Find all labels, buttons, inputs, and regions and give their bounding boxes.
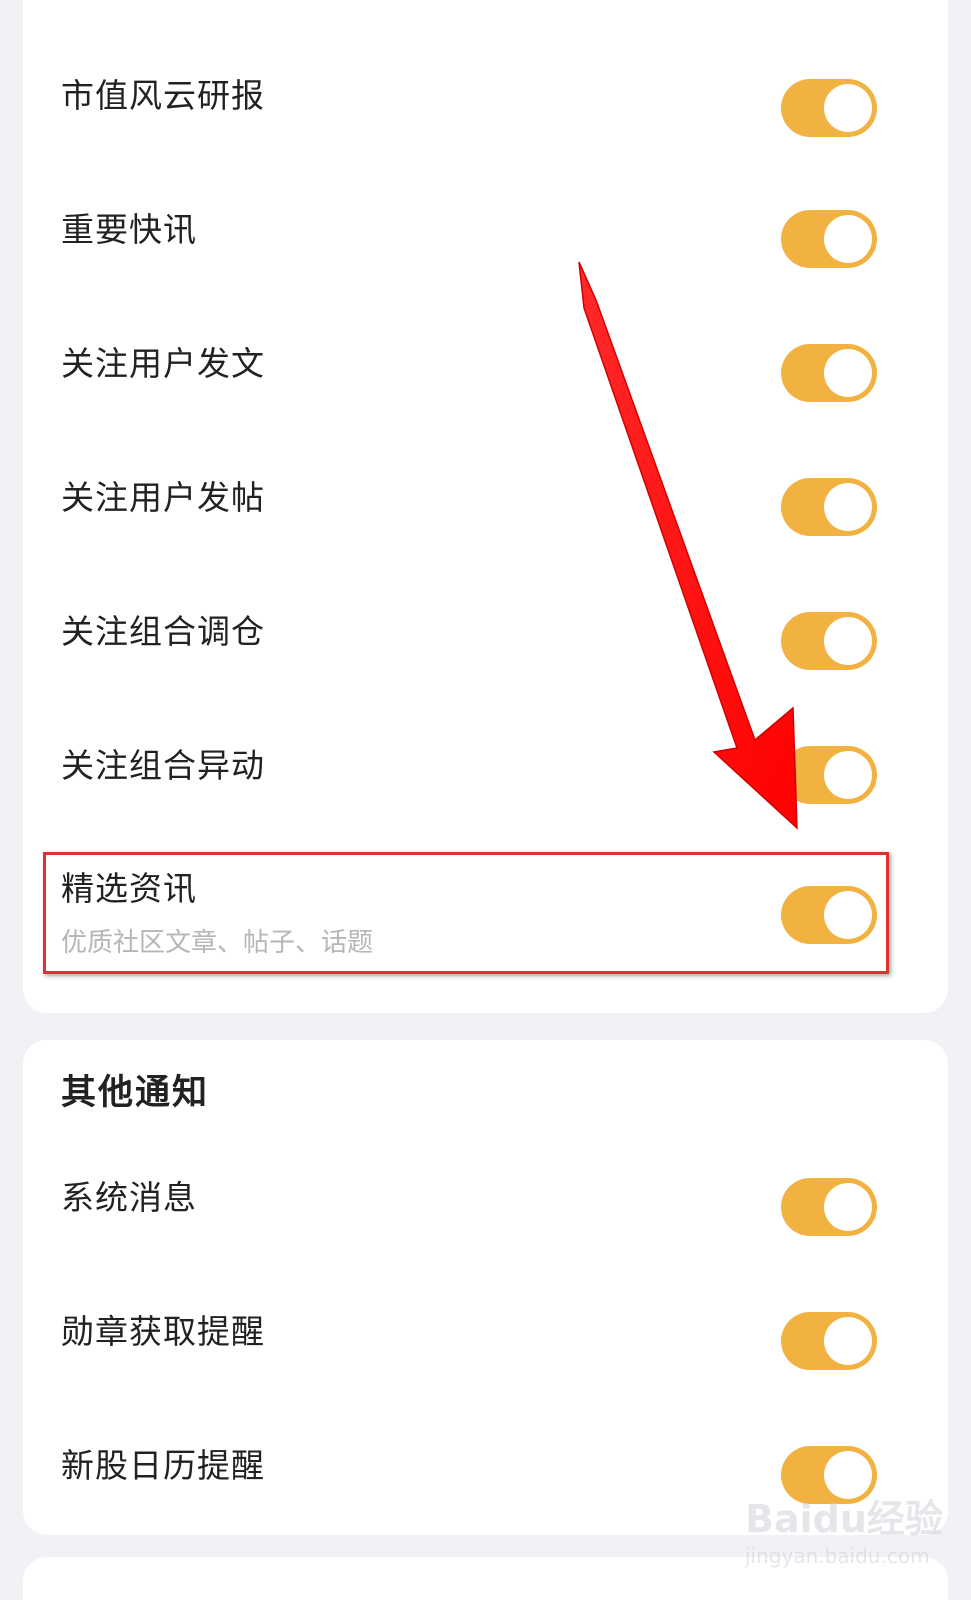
important-news-toggle[interactable]	[781, 210, 877, 268]
setting-label: 重要快讯	[61, 210, 197, 249]
setting-row-badge-reminder: 勋章获取提醒	[23, 1269, 948, 1403]
setting-row-portfolio-rebalance: 关注组合调仓	[23, 561, 948, 695]
setting-label: 关注用户发帖	[61, 478, 265, 517]
toggle-knob	[824, 1317, 872, 1365]
setting-sublabel: 优质社区文章、帖子、话题	[61, 928, 374, 958]
toggle-knob	[824, 1183, 872, 1231]
setting-label: 关注用户发文	[61, 344, 265, 383]
badge-reminder-toggle[interactable]	[781, 1312, 877, 1370]
toggle-knob	[824, 84, 872, 132]
portfolio-rebalance-toggle[interactable]	[781, 612, 877, 670]
toggle-knob	[824, 1451, 872, 1499]
toggle-knob	[824, 617, 872, 665]
followed-user-posts-toggle[interactable]	[781, 478, 877, 536]
subscription-settings-card: 市值风云研报 重要快讯 关注用户发文 关注用户发帖 关注组合调仓 关注组合异动 …	[23, 0, 948, 1013]
system-messages-toggle[interactable]	[781, 1178, 877, 1236]
setting-row-ipo-calendar: 新股日历提醒	[23, 1403, 948, 1537]
next-settings-card	[23, 1557, 948, 1600]
setting-row-featured-news: 精选资讯 优质社区文章、帖子、话题	[23, 850, 948, 990]
toggle-knob	[824, 215, 872, 263]
toggle-knob	[824, 751, 872, 799]
toggle-knob	[824, 483, 872, 531]
other-notifications-card: 其他通知 系统消息 勋章获取提醒 新股日历提醒	[23, 1040, 948, 1535]
setting-label: 新股日历提醒	[61, 1446, 265, 1485]
portfolio-change-toggle[interactable]	[781, 746, 877, 804]
followed-user-articles-toggle[interactable]	[781, 344, 877, 402]
setting-row-market-research: 市值风云研报	[23, 25, 948, 159]
setting-label: 市值风云研报	[61, 76, 265, 115]
setting-row-important-news: 重要快讯	[23, 159, 948, 293]
setting-label: 关注组合调仓	[61, 612, 265, 651]
setting-label: 系统消息	[61, 1178, 197, 1217]
setting-row-portfolio-change: 关注组合异动	[23, 695, 948, 829]
market-research-toggle[interactable]	[781, 79, 877, 137]
setting-row-system-messages: 系统消息	[23, 1135, 948, 1269]
setting-row-followed-user-posts: 关注用户发帖	[23, 427, 948, 561]
toggle-knob	[824, 349, 872, 397]
toggle-knob	[824, 891, 872, 939]
section-title: 其他通知	[61, 1073, 210, 1113]
setting-label: 关注组合异动	[61, 746, 265, 785]
setting-label: 勋章获取提醒	[61, 1312, 265, 1351]
setting-row-followed-user-articles: 关注用户发文	[23, 293, 948, 427]
ipo-calendar-toggle[interactable]	[781, 1446, 877, 1504]
setting-label: 精选资讯	[61, 869, 197, 908]
featured-news-toggle[interactable]	[781, 886, 877, 944]
